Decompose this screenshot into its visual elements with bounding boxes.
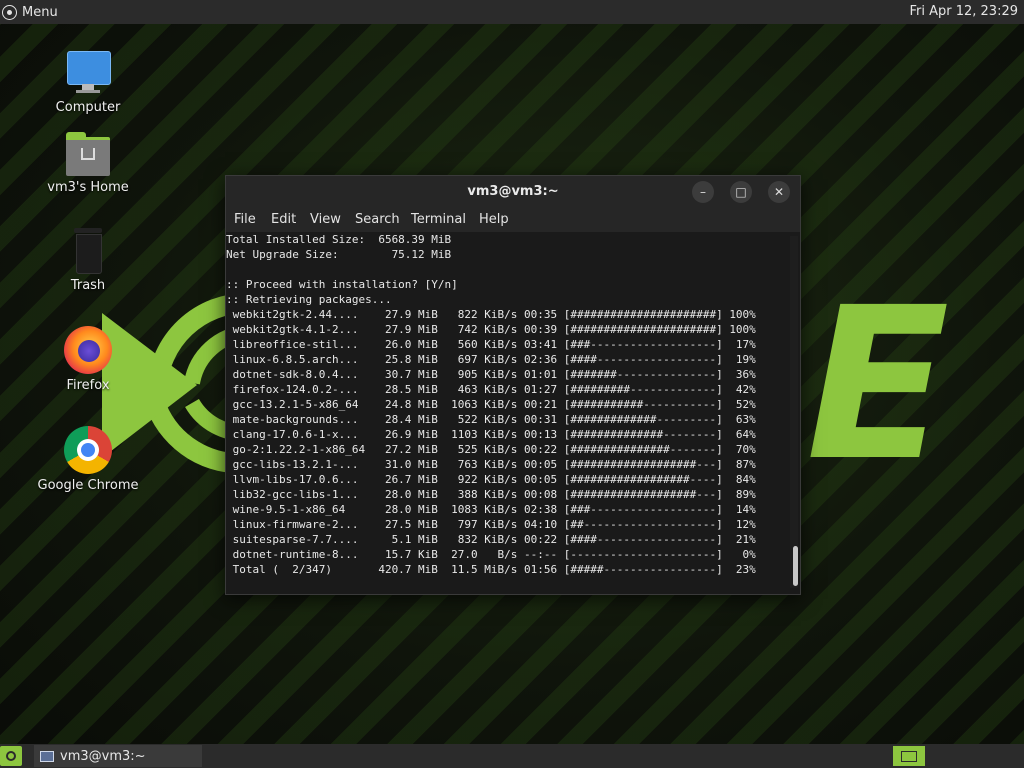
window-icon	[40, 750, 54, 762]
terminal-line: firefox-124.0.2-... 28.5 MiB 463 KiB/s 0…	[226, 383, 756, 396]
terminal-line: :: Retrieving packages...	[226, 293, 392, 306]
terminal-line: lib32-gcc-libs-1... 28.0 MiB 388 KiB/s 0…	[226, 488, 756, 501]
menu-file[interactable]: File	[234, 212, 256, 227]
terminal-line: gcc-libs-13.2.1-... 31.0 MiB 763 KiB/s 0…	[226, 458, 756, 471]
desktop-icon-label: Computer	[55, 100, 121, 115]
mint-menu-icon	[2, 4, 17, 20]
firefox-icon	[64, 326, 112, 374]
maximize-button[interactable]: □	[730, 181, 752, 203]
menu-edit[interactable]: Edit	[271, 212, 296, 227]
desktop-icon-home[interactable]: vm3's Home	[33, 128, 143, 195]
menu-search[interactable]: Search	[355, 212, 400, 227]
desktop-icon-chrome[interactable]: Google Chrome	[33, 426, 143, 493]
terminal-line: gcc-13.2.1-5-x86_64 24.8 MiB 1063 KiB/s …	[226, 398, 756, 411]
desktop-icon-label: Trash	[70, 278, 106, 293]
terminal-line: :: Proceed with installation? [Y/n]	[226, 278, 458, 291]
terminal-line: webkit2gtk-2.44.... 27.9 MiB 822 KiB/s 0…	[226, 308, 756, 321]
menu-start-button[interactable]	[0, 746, 22, 766]
desktop-icon-label: Firefox	[66, 378, 110, 393]
terminal-menubar: File Edit View Search Terminal Help	[226, 208, 800, 232]
terminal-line: dotnet-sdk-8.0.4... 30.7 MiB 905 KiB/s 0…	[226, 368, 756, 381]
desktop-icon-label: vm3's Home	[47, 180, 129, 195]
menu-terminal[interactable]: Terminal	[411, 212, 466, 227]
bottom-panel: vm3@vm3:~	[0, 744, 1024, 768]
terminal-line: Total ( 2/347) 420.7 MiB 11.5 MiB/s 01:5…	[226, 563, 756, 576]
desktop-icon-trash[interactable]: Trash	[33, 226, 143, 293]
menu-view[interactable]: View	[310, 212, 341, 227]
menu-help[interactable]: Help	[479, 212, 509, 227]
menu-button[interactable]: Menu	[2, 3, 58, 21]
terminal-line: linux-6.8.5.arch... 25.8 MiB 697 KiB/s 0…	[226, 353, 756, 366]
terminal-scrollbar[interactable]	[790, 236, 798, 588]
wallpaper-logo-letter: E	[806, 262, 950, 507]
mint-logo-icon	[6, 751, 16, 761]
desktop-icon-label: Google Chrome	[37, 478, 139, 493]
terminal-line: clang-17.0.6-1-x... 26.9 MiB 1103 KiB/s …	[226, 428, 756, 441]
computer-monitor-icon	[64, 48, 112, 96]
terminal-line: suitesparse-7.7.... 5.1 MiB 832 KiB/s 00…	[226, 533, 756, 546]
show-desktop-button[interactable]	[893, 746, 925, 766]
terminal-line: Total Installed Size: 6568.39 MiB	[226, 233, 452, 246]
terminal-output[interactable]: Total Installed Size: 6568.39 MiB Net Upg…	[226, 232, 786, 592]
taskbar-item-label: vm3@vm3:~	[60, 748, 146, 764]
terminal-line: llvm-libs-17.0.6... 26.7 MiB 922 KiB/s 0…	[226, 473, 756, 486]
terminal-line: Net Upgrade Size: 75.12 MiB	[226, 248, 452, 261]
terminal-line: wine-9.5-1-x86_64 28.0 MiB 1083 KiB/s 02…	[226, 503, 756, 516]
terminal-line: dotnet-runtime-8... 15.7 KiB 27.0 B/s --…	[226, 548, 756, 561]
terminal-line: webkit2gtk-4.1-2... 27.9 MiB 742 KiB/s 0…	[226, 323, 756, 336]
taskbar-item-terminal[interactable]: vm3@vm3:~	[34, 745, 202, 767]
terminal-line: libreoffice-stil... 26.0 MiB 560 KiB/s 0…	[226, 338, 756, 351]
terminal-line: go-2:1.22.2-1-x86_64 27.2 MiB 525 KiB/s …	[226, 443, 756, 456]
desktop-icon-firefox[interactable]: Firefox	[33, 326, 143, 393]
desktop-icon-computer[interactable]: Computer	[33, 48, 143, 115]
terminal-window[interactable]: vm3@vm3:~ – □ ✕ File Edit View Search Te…	[225, 175, 801, 595]
close-button[interactable]: ✕	[768, 181, 790, 203]
minimize-button[interactable]: –	[692, 181, 714, 203]
home-folder-icon	[64, 128, 112, 176]
top-panel: Menu Fri Apr 12, 23:29	[0, 0, 1024, 24]
terminal-line: linux-firmware-2... 27.5 MiB 797 KiB/s 0…	[226, 518, 756, 531]
chrome-icon	[64, 426, 112, 474]
terminal-titlebar[interactable]: vm3@vm3:~ – □ ✕	[226, 176, 800, 208]
trash-icon	[64, 226, 112, 274]
clock[interactable]: Fri Apr 12, 23:29	[909, 4, 1018, 19]
menu-label: Menu	[22, 4, 58, 20]
scrollbar-thumb[interactable]	[793, 546, 798, 586]
terminal-line: mate-backgrounds... 28.4 MiB 522 KiB/s 0…	[226, 413, 756, 426]
show-desktop-icon	[901, 750, 917, 762]
